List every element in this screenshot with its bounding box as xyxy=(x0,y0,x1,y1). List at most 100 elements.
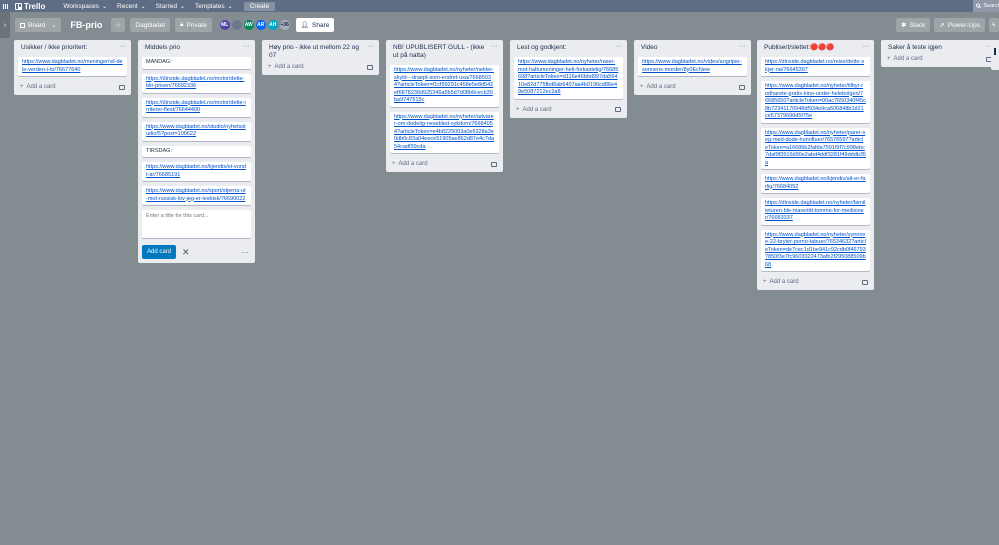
card-link[interactable]: https://dinside.dagbladet.no/motor/dette… xyxy=(146,100,246,114)
card-template-icon[interactable] xyxy=(491,162,497,167)
search-input[interactable]: Search xyxy=(973,0,999,12)
card-link[interactable]: https://www.dagbladet.no/nyheter/nekter-… xyxy=(394,67,494,103)
avatar[interactable] xyxy=(231,19,243,31)
list-card[interactable]: https://www.dagbladet.no/nyheter/synnove… xyxy=(761,230,870,272)
starred-menu[interactable]: Starred⌄ xyxy=(151,0,190,12)
list-menu-icon[interactable]: ··· xyxy=(243,44,250,49)
star-board-icon[interactable]: ☆ xyxy=(111,18,125,32)
list-header[interactable]: Saker å teste igjen ··· xyxy=(881,40,998,53)
list-header[interactable]: Usikker / Ikke prioritert: ··· xyxy=(14,40,131,53)
list-header[interactable]: Publisert/slettet:🔴🔴🔴 ··· xyxy=(757,40,874,53)
list-card[interactable]: https://www.dagbladet.no/nyheter/advarer… xyxy=(390,112,499,154)
card-link[interactable]: https://www.dagbladet.no/studio/nyhetsst… xyxy=(146,124,246,138)
card-link[interactable]: https://www.dagbladet.no/kjendis/et-vond… xyxy=(146,164,246,178)
list-header[interactable]: Video ··· xyxy=(634,40,751,53)
board-title[interactable]: FB-prio xyxy=(70,20,102,30)
card-link[interactable]: https://www.dagbladet.no/kjendis/alt-er-… xyxy=(765,176,866,190)
list-card[interactable]: MANDAG: xyxy=(142,57,251,69)
card-link[interactable]: https://dinside.dagbladet.no/nyheter/fam… xyxy=(765,200,865,221)
automation-button[interactable]: ϟ xyxy=(989,18,999,32)
sidebar-expand-icon[interactable]: › xyxy=(0,12,10,38)
recent-menu[interactable]: Recent⌄ xyxy=(112,0,151,12)
add-card-button[interactable]: +Add a card xyxy=(262,61,379,75)
list-header[interactable]: NB! UPUBLISERT GULL - (ikke ut på natta)… xyxy=(386,40,503,61)
list-title[interactable]: Video xyxy=(641,44,733,52)
list-card[interactable]: https://www.dagbladet.no/nyheter/parer-s… xyxy=(761,128,870,170)
share-button[interactable]: 👤︎ Share xyxy=(296,18,335,32)
list-card[interactable]: https://www.dagbladet.no/studio/nyhetsst… xyxy=(142,122,251,141)
card-link[interactable]: https://www.dagbladet.no/sport/stjerna-u… xyxy=(146,188,246,202)
card-link[interactable]: https://www.dagbladet.no/nyheter/parer-s… xyxy=(765,130,866,166)
plus-icon: + xyxy=(268,64,272,70)
close-icon[interactable]: ✕ xyxy=(182,247,190,258)
card-template-icon[interactable] xyxy=(862,280,868,285)
list-title[interactable]: Saker å teste igjen xyxy=(888,44,980,52)
list-card[interactable]: TIRSDAG: xyxy=(142,146,251,158)
list-card[interactable]: https://www.dagbladet.no/video/angriper-… xyxy=(638,57,747,76)
list-header[interactable]: Høy prio - ikke ut mellom 22 og 07 ··· xyxy=(262,40,379,61)
add-card-button[interactable]: +Add a card xyxy=(510,104,627,118)
create-button[interactable]: Create xyxy=(244,2,276,11)
avatar[interactable]: ML xyxy=(219,19,231,31)
card-link[interactable]: https://www.dagbladet.no/nyheter/raser-m… xyxy=(518,59,618,95)
list-title[interactable]: Middels prio xyxy=(145,44,237,52)
list-title[interactable]: Usikker / Ikke prioritert: xyxy=(21,44,113,52)
add-card-button[interactable]: +Add a card xyxy=(634,81,751,95)
list-menu-icon[interactable]: ··· xyxy=(739,44,746,49)
card-link[interactable]: https://dinside.dagbladet.no/motor/dette… xyxy=(146,76,244,90)
templates-menu[interactable]: Templates⌄ xyxy=(190,0,238,12)
list-title[interactable]: Publisert/slettet:🔴🔴🔴 xyxy=(764,44,856,52)
list-title[interactable]: NB! UPUBLISERT GULL - (ikke ut på natta) xyxy=(393,44,485,60)
list-card[interactable]: https://www.dagbladet.no/meninger/vil-de… xyxy=(18,57,127,76)
list-menu-icon[interactable]: ··· xyxy=(119,44,126,49)
avatar[interactable]: AH xyxy=(267,19,279,31)
card-link[interactable]: https://www.dagbladet.no/meninger/vil-de… xyxy=(22,59,123,73)
card-title-input[interactable] xyxy=(142,210,251,238)
workspaces-menu[interactable]: Workspaces⌄ xyxy=(58,0,112,12)
card-template-icon[interactable] xyxy=(119,85,125,90)
visibility-button[interactable]: 🔒︎ Private xyxy=(175,18,212,32)
list-menu-icon[interactable]: ··· xyxy=(491,44,498,49)
list-header[interactable]: Middels prio ··· xyxy=(138,40,255,53)
more-options-icon[interactable]: ··· xyxy=(241,248,249,257)
power-ups-button[interactable]: ➚ Power-Ups xyxy=(934,18,985,32)
list-title[interactable]: Høy prio - ikke ut mellom 22 og 07 xyxy=(269,44,361,60)
app-switcher-icon[interactable] xyxy=(0,0,10,12)
trello-logo[interactable]: Trello xyxy=(10,0,50,12)
list-menu-icon[interactable]: ··· xyxy=(862,44,869,49)
slack-button[interactable]: ✱ Slack xyxy=(896,18,930,32)
card-link[interactable]: https://www.dagbladet.no/nyheter/tilbyr-… xyxy=(765,83,866,119)
list-card[interactable]: https://www.dagbladet.no/kjendis/alt-er-… xyxy=(761,174,870,193)
add-card-button[interactable]: +Add a card xyxy=(386,158,503,172)
list-card[interactable]: https://dinside.dagbladet.no/reise/dette… xyxy=(761,57,870,76)
list-card[interactable]: https://www.dagbladet.no/kjendis/et-vond… xyxy=(142,162,251,181)
avatar[interactable]: AW xyxy=(243,19,255,31)
list-card[interactable]: https://www.dagbladet.no/nyheter/raser-m… xyxy=(514,57,623,99)
list-card[interactable]: https://www.dagbladet.no/nyheter/nekter-… xyxy=(390,65,499,107)
board-view-switcher[interactable]: Board ⌄ xyxy=(15,18,61,32)
list-card[interactable]: https://www.dagbladet.no/sport/stjerna-u… xyxy=(142,186,251,205)
avatar[interactable]: AR xyxy=(255,19,267,31)
card-template-icon[interactable] xyxy=(367,65,373,70)
add-another-list[interactable] xyxy=(991,40,999,70)
card-link[interactable]: https://www.dagbladet.no/video/angriper-… xyxy=(642,59,742,73)
list-card[interactable]: https://dinside.dagbladet.no/motor/dette… xyxy=(142,98,251,117)
list-menu-icon[interactable]: ··· xyxy=(615,44,622,49)
list-card[interactable]: https://www.dagbladet.no/nyheter/tilbyr-… xyxy=(761,81,870,123)
more-members-badge[interactable]: +36 xyxy=(279,19,291,31)
card-link[interactable]: https://dinside.dagbladet.no/reise/dette… xyxy=(765,59,864,73)
list-card[interactable]: https://dinside.dagbladet.no/nyheter/fam… xyxy=(761,198,870,225)
add-card-button[interactable]: +Add a card xyxy=(881,53,998,67)
card-link[interactable]: https://www.dagbladet.no/nyheter/synnove… xyxy=(765,232,866,268)
list-menu-icon[interactable]: ··· xyxy=(367,44,374,49)
list-header[interactable]: Lest og godkjent: ··· xyxy=(510,40,627,53)
workspace-button[interactable]: Dagbladet xyxy=(130,18,170,32)
add-card-button[interactable]: +Add a card xyxy=(757,276,874,290)
list-title[interactable]: Lest og godkjent: xyxy=(517,44,609,52)
card-link[interactable]: https://www.dagbladet.no/nyheter/advarer… xyxy=(394,114,494,150)
add-card-submit-button[interactable]: Add card xyxy=(142,245,176,259)
list-card[interactable]: https://dinside.dagbladet.no/motor/dette… xyxy=(142,74,251,93)
card-template-icon[interactable] xyxy=(615,107,621,112)
card-template-icon[interactable] xyxy=(739,85,745,90)
add-card-button[interactable]: +Add a card xyxy=(14,81,131,95)
